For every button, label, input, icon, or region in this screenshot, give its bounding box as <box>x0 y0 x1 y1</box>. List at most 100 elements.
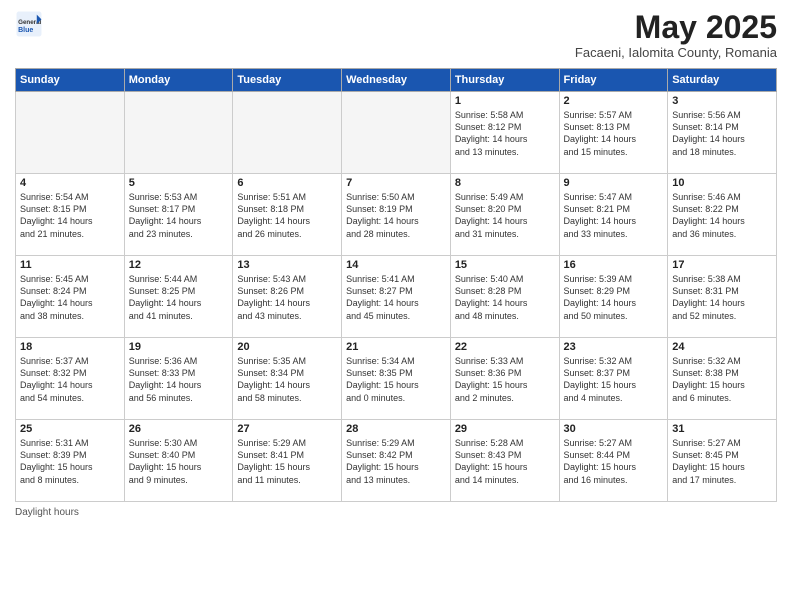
svg-text:Blue: Blue <box>18 27 33 34</box>
cell-4-6: 31Sunrise: 5:27 AM Sunset: 8:45 PM Dayli… <box>668 420 777 502</box>
footer-text: Daylight hours <box>15 507 79 518</box>
cell-4-5: 30 Sunrise: 5:27 AM Sunset: 8:44 PM Dayli… <box>559 420 668 502</box>
cell-content: Sunrise: 5:32 AM Sunset: 8:38 PM Dayligh… <box>672 355 772 404</box>
cell-3-2: 20 Sunrise: 5:35 AM Sunset: 8:34 PM Dayli… <box>233 338 342 420</box>
cell-content: Sunrise: 5:53 AM Sunset: 8:17 PM Dayligh… <box>129 191 229 240</box>
week-row-4: 25 Sunrise: 5:31 AM Sunset: 8:39 PM Dayli… <box>16 420 777 502</box>
day-number: 6 <box>237 177 337 189</box>
cell-1-2: 6Sunrise: 5:51 AM Sunset: 8:18 PM Daylig… <box>233 174 342 256</box>
day-number: 17 <box>672 259 772 271</box>
day-number: 18 <box>20 341 120 353</box>
day-number: 23 <box>564 341 664 353</box>
day-number: 12 <box>129 259 229 271</box>
title-block: May 2025 Facaeni, Ialomita County, Roman… <box>575 10 777 60</box>
cell-content: Sunrise: 5:40 AM Sunset: 8:28 PM Dayligh… <box>455 273 555 322</box>
cell-content: Sunrise: 5:33 AM Sunset: 8:36 PM Dayligh… <box>455 355 555 404</box>
cell-content: Sunrise: 5:49 AM Sunset: 8:20 PM Dayligh… <box>455 191 555 240</box>
header: General Blue May 2025 Facaeni, Ialomita … <box>15 10 777 60</box>
cell-3-4: 22Sunrise: 5:33 AM Sunset: 8:36 PM Dayli… <box>450 338 559 420</box>
col-header-saturday: Saturday <box>668 69 777 92</box>
cell-content: Sunrise: 5:34 AM Sunset: 8:35 PM Dayligh… <box>346 355 446 404</box>
day-number: 4 <box>20 177 120 189</box>
day-number: 5 <box>129 177 229 189</box>
cell-content: Sunrise: 5:45 AM Sunset: 8:24 PM Dayligh… <box>20 273 120 322</box>
cell-content: Sunrise: 5:44 AM Sunset: 8:25 PM Dayligh… <box>129 273 229 322</box>
day-number: 8 <box>455 177 555 189</box>
cell-content: Sunrise: 5:38 AM Sunset: 8:31 PM Dayligh… <box>672 273 772 322</box>
day-number: 27 <box>237 423 337 435</box>
week-row-2: 11 Sunrise: 5:45 AM Sunset: 8:24 PM Dayli… <box>16 256 777 338</box>
day-number: 29 <box>455 423 555 435</box>
cell-content: Sunrise: 5:41 AM Sunset: 8:27 PM Dayligh… <box>346 273 446 322</box>
cell-4-3: 28Sunrise: 5:29 AM Sunset: 8:42 PM Dayli… <box>342 420 451 502</box>
week-row-3: 18Sunrise: 5:37 AM Sunset: 8:32 PM Dayli… <box>16 338 777 420</box>
day-number: 3 <box>672 95 772 107</box>
cell-content: Sunrise: 5:56 AM Sunset: 8:14 PM Dayligh… <box>672 109 772 158</box>
day-number: 11 <box>20 259 120 271</box>
col-header-monday: Monday <box>124 69 233 92</box>
day-number: 30 <box>564 423 664 435</box>
day-number: 13 <box>237 259 337 271</box>
cell-3-0: 18Sunrise: 5:37 AM Sunset: 8:32 PM Dayli… <box>16 338 125 420</box>
cell-0-3 <box>342 92 451 174</box>
cell-2-0: 11 Sunrise: 5:45 AM Sunset: 8:24 PM Dayli… <box>16 256 125 338</box>
day-number: 9 <box>564 177 664 189</box>
cell-content: Sunrise: 5:46 AM Sunset: 8:22 PM Dayligh… <box>672 191 772 240</box>
cell-0-2 <box>233 92 342 174</box>
cell-3-5: 23 Sunrise: 5:32 AM Sunset: 8:37 PM Dayli… <box>559 338 668 420</box>
day-number: 21 <box>346 341 446 353</box>
cell-content: Sunrise: 5:27 AM Sunset: 8:45 PM Dayligh… <box>672 437 772 486</box>
cell-3-6: 24 Sunrise: 5:32 AM Sunset: 8:38 PM Dayli… <box>668 338 777 420</box>
day-number: 16 <box>564 259 664 271</box>
cell-0-5: 2Sunrise: 5:57 AM Sunset: 8:13 PM Daylig… <box>559 92 668 174</box>
cell-content: Sunrise: 5:29 AM Sunset: 8:41 PM Dayligh… <box>237 437 337 486</box>
cell-content: Sunrise: 5:30 AM Sunset: 8:40 PM Dayligh… <box>129 437 229 486</box>
cell-2-3: 14Sunrise: 5:41 AM Sunset: 8:27 PM Dayli… <box>342 256 451 338</box>
cell-content: Sunrise: 5:36 AM Sunset: 8:33 PM Dayligh… <box>129 355 229 404</box>
cell-content: Sunrise: 5:32 AM Sunset: 8:37 PM Dayligh… <box>564 355 664 404</box>
day-number: 20 <box>237 341 337 353</box>
cell-4-1: 26 Sunrise: 5:30 AM Sunset: 8:40 PM Dayli… <box>124 420 233 502</box>
day-number: 25 <box>20 423 120 435</box>
cell-content: Sunrise: 5:54 AM Sunset: 8:15 PM Dayligh… <box>20 191 120 240</box>
cell-1-4: 8 Sunrise: 5:49 AM Sunset: 8:20 PM Daylig… <box>450 174 559 256</box>
cell-content: Sunrise: 5:43 AM Sunset: 8:26 PM Dayligh… <box>237 273 337 322</box>
cell-content: Sunrise: 5:50 AM Sunset: 8:19 PM Dayligh… <box>346 191 446 240</box>
col-header-thursday: Thursday <box>450 69 559 92</box>
col-header-friday: Friday <box>559 69 668 92</box>
cell-content: Sunrise: 5:31 AM Sunset: 8:39 PM Dayligh… <box>20 437 120 486</box>
logo: General Blue <box>15 10 43 38</box>
cell-2-1: 12 Sunrise: 5:44 AM Sunset: 8:25 PM Dayli… <box>124 256 233 338</box>
col-header-sunday: Sunday <box>16 69 125 92</box>
cell-content: Sunrise: 5:39 AM Sunset: 8:29 PM Dayligh… <box>564 273 664 322</box>
footer-note: Daylight hours <box>15 507 777 518</box>
cell-1-5: 9Sunrise: 5:47 AM Sunset: 8:21 PM Daylig… <box>559 174 668 256</box>
day-number: 26 <box>129 423 229 435</box>
cell-4-4: 29 Sunrise: 5:28 AM Sunset: 8:43 PM Dayli… <box>450 420 559 502</box>
calendar-table: SundayMondayTuesdayWednesdayThursdayFrid… <box>15 68 777 502</box>
day-number: 15 <box>455 259 555 271</box>
cell-1-3: 7Sunrise: 5:50 AM Sunset: 8:19 PM Daylig… <box>342 174 451 256</box>
day-number: 1 <box>455 95 555 107</box>
cell-content: Sunrise: 5:58 AM Sunset: 8:12 PM Dayligh… <box>455 109 555 158</box>
cell-2-2: 13 Sunrise: 5:43 AM Sunset: 8:26 PM Dayli… <box>233 256 342 338</box>
cell-2-5: 16 Sunrise: 5:39 AM Sunset: 8:29 PM Dayli… <box>559 256 668 338</box>
day-number: 24 <box>672 341 772 353</box>
header-row: SundayMondayTuesdayWednesdayThursdayFrid… <box>16 69 777 92</box>
cell-1-1: 5 Sunrise: 5:53 AM Sunset: 8:17 PM Daylig… <box>124 174 233 256</box>
day-number: 19 <box>129 341 229 353</box>
cell-3-3: 21 Sunrise: 5:34 AM Sunset: 8:35 PM Dayli… <box>342 338 451 420</box>
cell-0-0 <box>16 92 125 174</box>
page: General Blue May 2025 Facaeni, Ialomita … <box>0 0 792 612</box>
day-number: 2 <box>564 95 664 107</box>
week-row-1: 4 Sunrise: 5:54 AM Sunset: 8:15 PM Daylig… <box>16 174 777 256</box>
week-row-0: 1 Sunrise: 5:58 AM Sunset: 8:12 PM Daylig… <box>16 92 777 174</box>
month-title: May 2025 <box>575 10 777 45</box>
cell-4-2: 27 Sunrise: 5:29 AM Sunset: 8:41 PM Dayli… <box>233 420 342 502</box>
col-header-tuesday: Tuesday <box>233 69 342 92</box>
cell-content: Sunrise: 5:35 AM Sunset: 8:34 PM Dayligh… <box>237 355 337 404</box>
cell-1-6: 10Sunrise: 5:46 AM Sunset: 8:22 PM Dayli… <box>668 174 777 256</box>
cell-4-0: 25 Sunrise: 5:31 AM Sunset: 8:39 PM Dayli… <box>16 420 125 502</box>
cell-content: Sunrise: 5:27 AM Sunset: 8:44 PM Dayligh… <box>564 437 664 486</box>
cell-content: Sunrise: 5:28 AM Sunset: 8:43 PM Dayligh… <box>455 437 555 486</box>
